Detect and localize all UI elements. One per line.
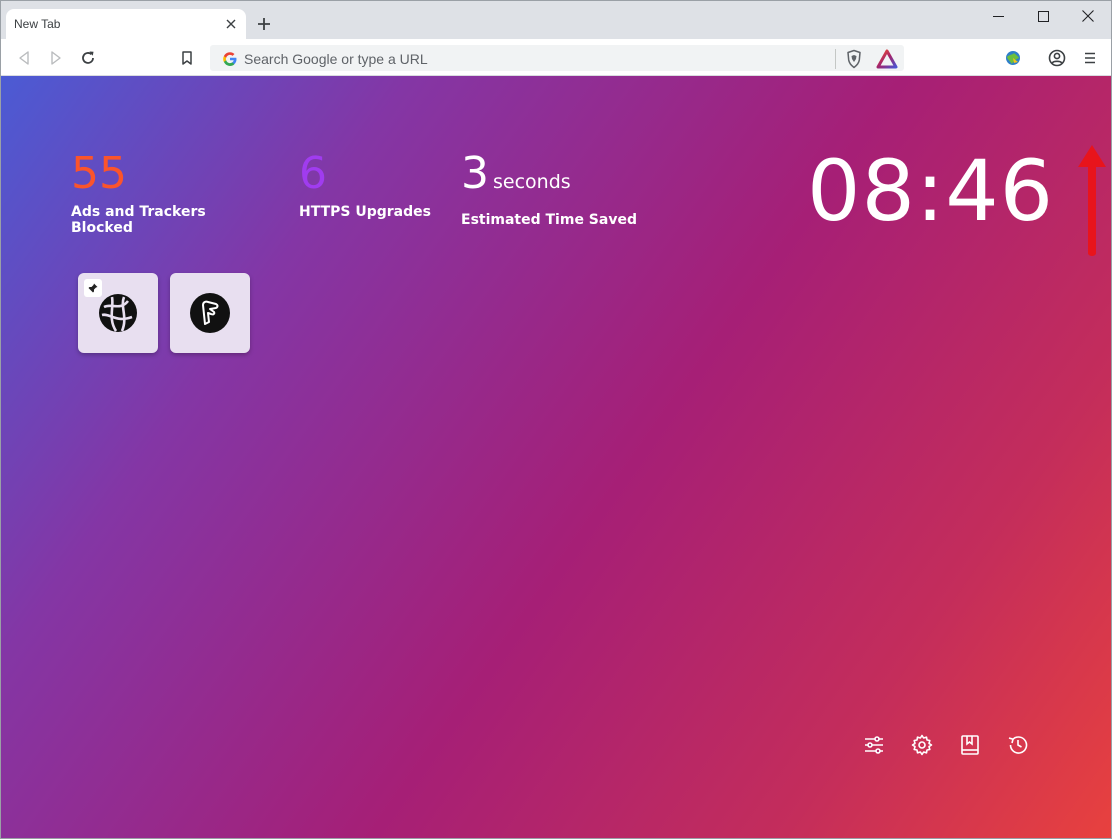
clock: 08:46 [807,142,1055,240]
annotation-arrow-icon [1078,145,1106,256]
time-saved-unit: seconds [493,171,571,193]
brave-shields-icon[interactable] [844,49,864,69]
bookmarks-icon[interactable] [957,732,983,758]
maximize-button[interactable] [1020,1,1066,31]
new-tab-page: 55 Ads and Trackers Blocked 6 HTTPS Upgr… [1,76,1111,838]
https-upgrades-stat: 6 HTTPS Upgrades [299,148,449,221]
bookmark-button[interactable] [174,45,200,71]
https-upgrades-count: 6 [299,148,327,199]
omnibox-divider [835,49,836,69]
minimize-button[interactable] [975,1,1021,31]
time-saved-label: Estimated Time Saved [461,212,637,228]
back-button[interactable] [11,45,37,71]
customize-icon[interactable] [861,732,887,758]
ads-blocked-count: 55 [71,148,127,199]
ads-blocked-label: Ads and Trackers Blocked [71,204,206,236]
main-menu-button[interactable] [1077,45,1103,71]
https-upgrades-label: HTTPS Upgrades [299,204,431,220]
time-saved-stat: 3 seconds Estimated Time Saved [461,152,661,229]
address-placeholder: Search Google or type a URL [244,51,428,67]
browser-window: New Tab Search Google or type a URL 55 A… [0,0,1112,839]
top-site-tile[interactable] [170,273,250,353]
google-icon [222,51,238,67]
settings-icon[interactable] [909,732,935,758]
forward-button[interactable] [43,45,69,71]
new-tab-button[interactable] [253,13,275,35]
close-window-button[interactable] [1065,1,1111,31]
tab-close-icon[interactable] [222,15,240,33]
time-saved-value: 3 seconds [461,152,661,204]
globe-site-icon [98,293,138,333]
brave-rewards-icon[interactable] [876,49,898,69]
profile-button[interactable] [1044,45,1070,71]
reload-button[interactable] [75,45,101,71]
dark-circle-site-icon [190,293,230,333]
top-site-tile[interactable] [78,273,158,353]
toolbar: Search Google or type a URL [1,39,1111,76]
address-bar[interactable]: Search Google or type a URL [209,44,905,72]
tab-strip: New Tab [1,1,1111,39]
history-icon[interactable] [1005,732,1031,758]
ads-blocked-stat: 55 Ads and Trackers Blocked [71,148,221,237]
extension-icon[interactable] [1000,45,1026,71]
tab-title: New Tab [14,17,61,31]
tab-new-tab[interactable]: New Tab [6,9,246,39]
time-saved-count: 3 [461,148,489,199]
